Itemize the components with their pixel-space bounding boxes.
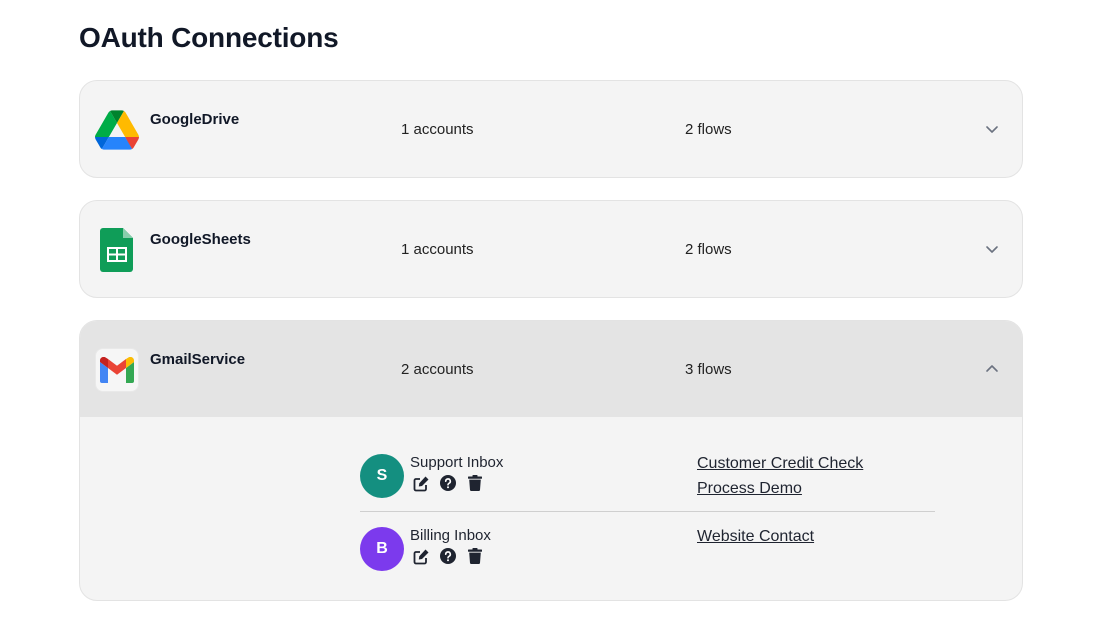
account-flows: Website Contact bbox=[697, 527, 814, 546]
accounts-count: 1 accounts bbox=[401, 121, 474, 138]
chevron-up-icon[interactable] bbox=[983, 360, 1001, 378]
account-actions bbox=[412, 547, 484, 565]
gmail-logo bbox=[95, 348, 139, 392]
account-actions bbox=[412, 474, 484, 492]
trash-icon[interactable] bbox=[466, 547, 484, 565]
google-drive-logo bbox=[95, 108, 139, 152]
chevron-down-icon[interactable] bbox=[983, 120, 1001, 138]
flow-link[interactable]: Customer Credit Check bbox=[697, 454, 863, 473]
account-name: Support Inbox bbox=[410, 454, 504, 471]
service-name: GoogleDrive bbox=[150, 111, 240, 128]
help-icon[interactable] bbox=[439, 547, 457, 565]
account-name: Billing Inbox bbox=[410, 527, 491, 544]
account-flows: Customer Credit Check Process Demo bbox=[697, 454, 863, 498]
service-header-gmailservice[interactable]: GmailService 2 accounts 3 flows bbox=[80, 321, 1022, 417]
trash-icon[interactable] bbox=[466, 474, 484, 492]
edit-icon[interactable] bbox=[412, 474, 430, 492]
flow-link[interactable]: Website Contact bbox=[697, 527, 814, 546]
flow-link[interactable]: Process Demo bbox=[697, 479, 863, 498]
row-divider bbox=[360, 511, 935, 512]
avatar: S bbox=[360, 454, 404, 498]
flows-count: 2 flows bbox=[685, 241, 732, 258]
help-icon[interactable] bbox=[439, 474, 457, 492]
service-header-googlesheets[interactable]: GoogleSheets 1 accounts 2 flows bbox=[80, 201, 1022, 297]
service-card-gmailservice: GmailService 2 accounts 3 flows S Suppor… bbox=[79, 320, 1023, 601]
accounts-count: 1 accounts bbox=[401, 241, 474, 258]
service-name: GmailService bbox=[150, 351, 246, 368]
page-title: OAuth Connections bbox=[79, 22, 339, 53]
google-sheets-logo bbox=[95, 228, 139, 272]
flows-count: 3 flows bbox=[685, 361, 732, 378]
service-card-googledrive: GoogleDrive 1 accounts 2 flows bbox=[79, 80, 1023, 178]
accounts-count: 2 accounts bbox=[401, 361, 474, 378]
avatar: B bbox=[360, 527, 404, 571]
accounts-panel: S Support Inbox Customer Credit Check Pr… bbox=[80, 417, 1022, 600]
service-name: GoogleSheets bbox=[150, 231, 251, 248]
service-card-googlesheets: GoogleSheets 1 accounts 2 flows bbox=[79, 200, 1023, 298]
flows-count: 2 flows bbox=[685, 121, 732, 138]
account-row: S Support Inbox Customer Credit Check Pr… bbox=[360, 454, 935, 504]
edit-icon[interactable] bbox=[412, 547, 430, 565]
account-row: B Billing Inbox Website Contact bbox=[360, 527, 935, 577]
chevron-down-icon[interactable] bbox=[983, 240, 1001, 258]
service-header-googledrive[interactable]: GoogleDrive 1 accounts 2 flows bbox=[80, 81, 1022, 177]
